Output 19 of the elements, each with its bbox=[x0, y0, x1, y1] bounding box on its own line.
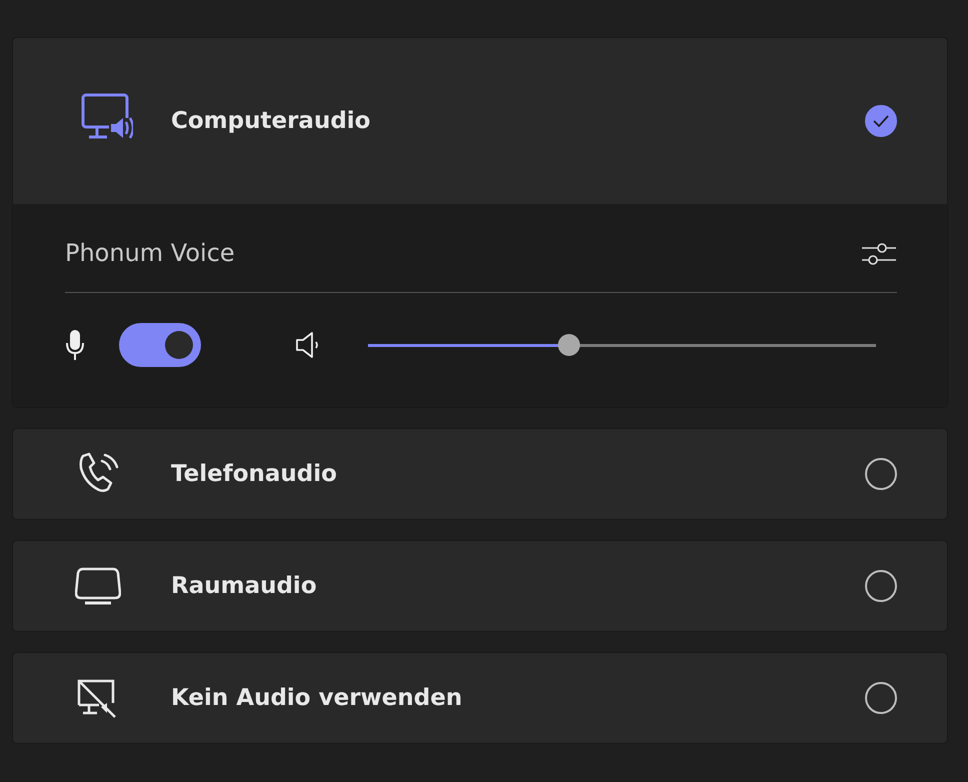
microphone-icon bbox=[65, 328, 85, 362]
microphone-toggle[interactable] bbox=[119, 323, 201, 367]
audio-option-card[interactable]: Raumaudio bbox=[12, 540, 948, 632]
option-label: Telefonaudio bbox=[171, 461, 338, 487]
radio-button[interactable] bbox=[865, 682, 897, 714]
checkmark-icon bbox=[873, 115, 889, 127]
room-device-icon bbox=[75, 565, 121, 607]
monitor-muted-icon bbox=[75, 677, 117, 719]
audio-option-card[interactable]: Computeraudio Phonum Voice bbox=[12, 37, 948, 408]
radio-button[interactable] bbox=[865, 105, 897, 137]
option-label: Raumaudio bbox=[171, 573, 318, 599]
audio-option-card[interactable]: Telefonaudio bbox=[12, 428, 948, 520]
radio-button[interactable] bbox=[865, 458, 897, 490]
option-label: Kein Audio verwenden bbox=[171, 685, 464, 711]
device-name: Phonum Voice bbox=[65, 239, 235, 267]
speaker-icon bbox=[295, 330, 321, 360]
option-label: Computeraudio bbox=[171, 108, 372, 134]
radio-button[interactable] bbox=[865, 570, 897, 602]
audio-option-card[interactable]: Kein Audio verwenden bbox=[12, 652, 948, 744]
